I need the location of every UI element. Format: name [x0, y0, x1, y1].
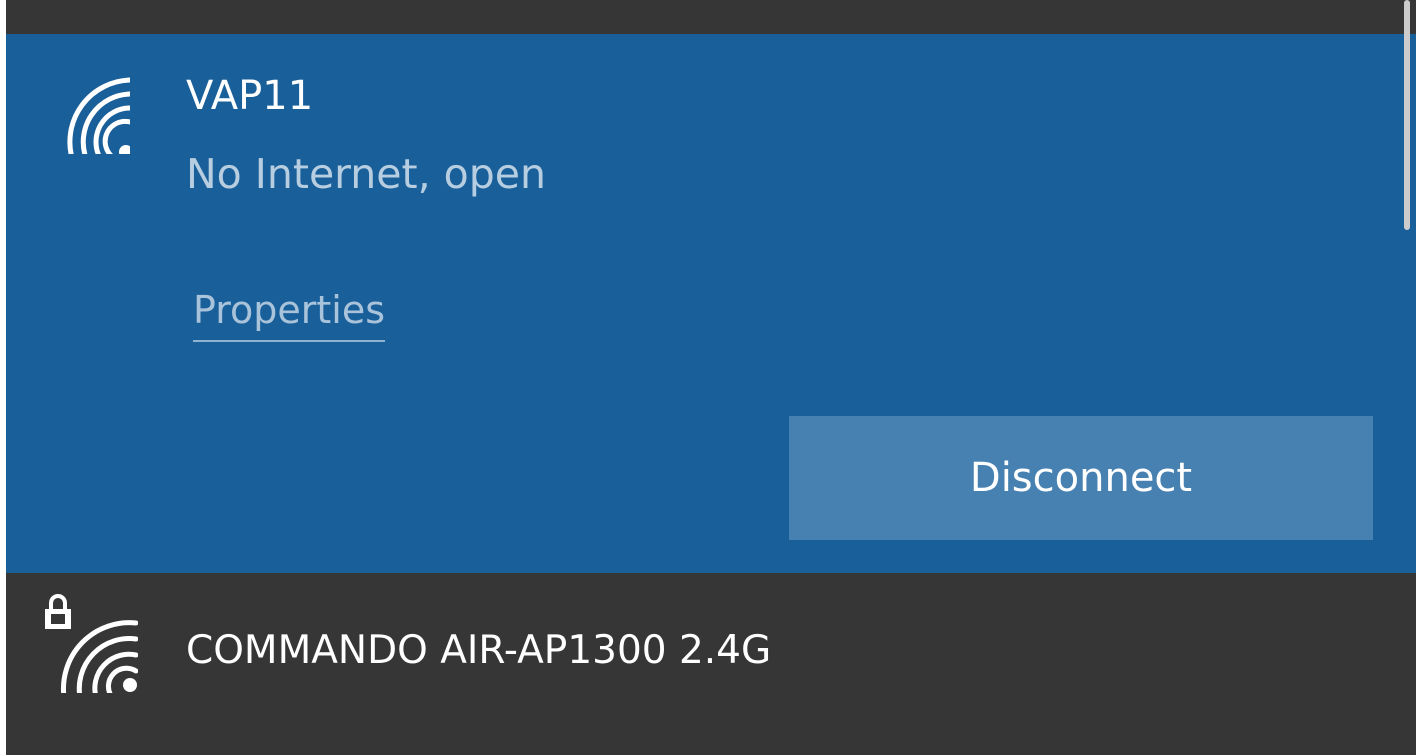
lock-icon — [45, 594, 71, 629]
wifi-signal-icon — [67, 77, 130, 154]
network-list-item-vap11[interactable]: VAP11 No Internet, open Properties Disco… — [6, 34, 1416, 573]
network-ssid: VAP11 — [186, 73, 314, 119]
network-flyout: VAP11 No Internet, open Properties Disco… — [6, 0, 1416, 755]
network-list-item-commando[interactable]: COMMANDO AIR-AP1300 2.4G — [6, 573, 1416, 755]
network-status: No Internet, open — [186, 150, 546, 198]
flyout-top-edge — [6, 0, 1416, 34]
properties-link[interactable]: Properties — [193, 288, 386, 342]
scrollbar-thumb[interactable] — [1404, 0, 1410, 230]
secured-wifi-icon — [45, 594, 138, 693]
network-ssid: COMMANDO AIR-AP1300 2.4G — [186, 628, 772, 673]
disconnect-button[interactable]: Disconnect — [789, 416, 1373, 540]
